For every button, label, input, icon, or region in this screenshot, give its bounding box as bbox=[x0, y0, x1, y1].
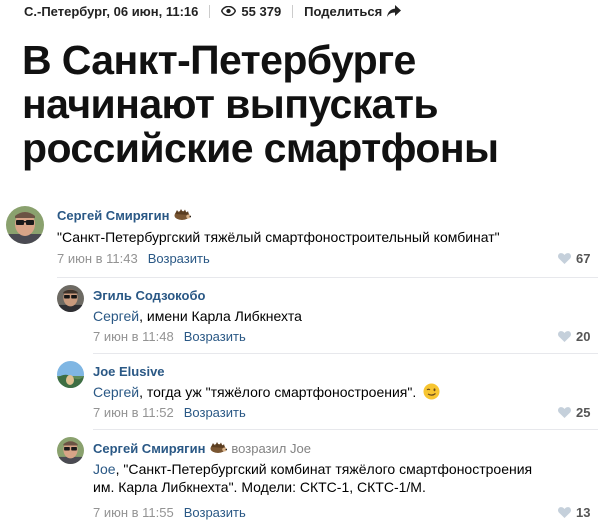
comment-text: Сергей, тогда уж "тяжёлого смартфоностро… bbox=[93, 383, 598, 404]
comment-text: Joe, "Санкт-Петербургский комбинат тяжёл… bbox=[93, 460, 598, 496]
like-count: 25 bbox=[576, 405, 591, 420]
meta-divider bbox=[292, 4, 294, 18]
article-title: В Санкт-Петербурге начинают выпускать ро… bbox=[22, 38, 592, 170]
comment-author[interactable]: Сергей Смирягин bbox=[57, 208, 192, 223]
author-name: Joe Elusive bbox=[93, 364, 165, 379]
like-button[interactable]: 13 bbox=[558, 505, 590, 520]
comment-author[interactable]: Эгиль Содзокобо bbox=[93, 288, 205, 303]
comment-text: Сергей, имени Карла Либкнехта bbox=[93, 307, 598, 325]
views-counter: 55 379 bbox=[221, 4, 281, 19]
eye-icon bbox=[221, 6, 237, 16]
hedgehog-icon bbox=[174, 208, 192, 223]
author-name: Сергей Смирягин bbox=[93, 441, 206, 456]
comment-text: "Санкт-Петербургский тяжёлый смартфоност… bbox=[57, 229, 500, 245]
hedgehog-icon bbox=[210, 441, 228, 456]
avatar-image bbox=[57, 361, 84, 388]
author-name: Сергей Смирягин bbox=[57, 208, 170, 223]
avatar-image bbox=[57, 285, 84, 312]
comment-body: , "Санкт-Петербургский комбинат тяжёлого… bbox=[115, 461, 533, 477]
like-button[interactable]: 25 bbox=[558, 405, 590, 420]
comment-divider bbox=[93, 429, 598, 430]
comment-date[interactable]: 7 июн в 11:52 bbox=[93, 405, 174, 420]
avatar-image bbox=[6, 206, 44, 244]
avatar[interactable] bbox=[57, 285, 84, 312]
share-button[interactable]: Поделиться bbox=[304, 3, 402, 19]
comment-author[interactable]: Сергей Смирягин возразил Joe bbox=[93, 441, 311, 456]
article-meta: С.-Петербург, 06 июн, 11:16 55 379 Подел… bbox=[24, 3, 402, 19]
comment-body: , имени Карла Либкнехта bbox=[139, 308, 302, 324]
mention-link[interactable]: Сергей bbox=[93, 308, 139, 324]
heart-icon bbox=[558, 253, 571, 264]
reply-button[interactable]: Возразить bbox=[184, 505, 246, 520]
avatar[interactable] bbox=[6, 206, 44, 244]
article-location-date: С.-Петербург, 06 июн, 11:16 bbox=[24, 3, 199, 19]
like-count: 20 bbox=[576, 329, 591, 344]
comment-date[interactable]: 7 июн в 11:43 bbox=[57, 251, 138, 266]
comment-divider bbox=[57, 277, 598, 278]
comment-footer: 7 июн в 11:52 Возразить bbox=[93, 405, 246, 420]
title-line: начинают выпускать bbox=[22, 81, 439, 127]
like-count: 13 bbox=[576, 505, 591, 520]
comment-footer: 7 июн в 11:55 Возразить bbox=[93, 505, 246, 520]
comment-body: , тогда уж "тяжёлого смартфоностроения". bbox=[139, 384, 417, 400]
title-line: В Санкт-Петербурге bbox=[22, 37, 416, 83]
title-line: российские смартфоны bbox=[22, 125, 499, 171]
comment-date[interactable]: 7 июн в 11:48 bbox=[93, 329, 174, 344]
share-label: Поделиться bbox=[304, 3, 383, 19]
mention-link[interactable]: Joe bbox=[93, 461, 116, 477]
avatar[interactable] bbox=[57, 437, 84, 464]
like-count: 67 bbox=[576, 251, 591, 266]
reply-button[interactable]: Возразить bbox=[148, 251, 210, 266]
heart-icon bbox=[558, 331, 571, 342]
comment-divider bbox=[93, 353, 598, 354]
winking-face-emoji bbox=[423, 383, 440, 404]
comment-footer: 7 июн в 11:43 Возразить bbox=[57, 251, 210, 266]
replied-to[interactable]: возразил Joe bbox=[231, 441, 311, 456]
comment-date[interactable]: 7 июн в 11:55 bbox=[93, 505, 174, 520]
avatar-image bbox=[57, 437, 84, 464]
reply-button[interactable]: Возразить bbox=[184, 329, 246, 344]
views-count: 55 379 bbox=[241, 3, 282, 19]
comment-footer: 7 июн в 11:48 Возразить bbox=[93, 329, 246, 344]
meta-divider bbox=[209, 4, 211, 18]
reply-button[interactable]: Возразить bbox=[184, 405, 246, 420]
avatar[interactable] bbox=[57, 361, 84, 388]
author-name: Эгиль Содзокобо bbox=[93, 288, 206, 303]
heart-icon bbox=[558, 407, 571, 418]
mention-link[interactable]: Сергей bbox=[93, 384, 139, 400]
share-arrow-icon bbox=[387, 5, 402, 17]
comment-author[interactable]: Joe Elusive bbox=[93, 364, 165, 379]
comment-body: им. Карла Либкнехта". Модели: СКТС-1, СК… bbox=[93, 479, 426, 495]
like-button[interactable]: 20 bbox=[558, 329, 590, 344]
like-button[interactable]: 67 bbox=[558, 251, 590, 266]
heart-icon bbox=[558, 507, 571, 518]
